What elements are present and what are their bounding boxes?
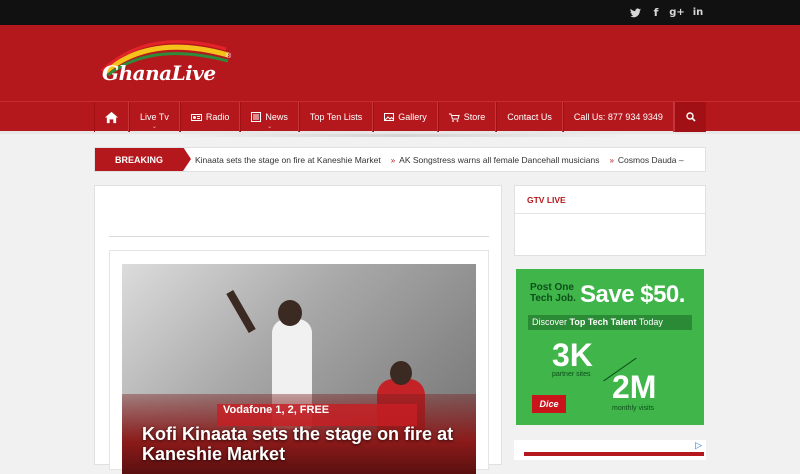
photo-detail xyxy=(390,361,412,385)
nav-label: Contact Us xyxy=(507,112,552,122)
ad-stat-label: monthly visits xyxy=(612,405,655,412)
nav-contact-us[interactable]: Contact Us xyxy=(496,102,563,132)
nav-label: Top Ten Lists xyxy=(309,112,363,122)
nav-call-us[interactable]: Call Us: 877 934 9349 xyxy=(562,102,674,132)
ad-offer: Save $50. xyxy=(580,281,685,308)
top-bar: f g+ in xyxy=(0,0,800,25)
nav-label: Live Tv xyxy=(140,112,169,122)
ticker-item[interactable]: » AK Songstress warns all female Dancehal… xyxy=(391,155,600,165)
featured-story-card[interactable]: Vodafone 1, 2, FREE Kofi Kinaata sets th… xyxy=(109,250,489,474)
widget-title: GTV LIVE xyxy=(515,186,705,214)
main-content: Vodafone 1, 2, FREE Kofi Kinaata sets th… xyxy=(94,185,502,474)
dice-logo: Dice xyxy=(532,395,566,413)
gtv-live-widget: GTV LIVE xyxy=(514,185,706,256)
breaking-label: BREAKING xyxy=(95,148,191,171)
nav-label: Store xyxy=(463,112,486,122)
featured-story-image[interactable]: Vodafone 1, 2, FREE Kofi Kinaata sets th… xyxy=(122,264,476,474)
google-plus-icon[interactable]: g+ xyxy=(669,6,685,20)
adchoices-icon[interactable]: ▷ xyxy=(695,440,702,451)
nav-radio[interactable]: Radio xyxy=(179,102,241,132)
nav-shadow xyxy=(170,134,630,137)
photo-detail xyxy=(278,300,302,326)
nav-live-tv[interactable]: Live Tv ⌄ xyxy=(129,102,180,132)
ad-tagline: Discover Top Tech Talent Today xyxy=(528,315,692,330)
cart-icon xyxy=(448,113,460,122)
site-logo[interactable]: GhanaLive ® xyxy=(100,39,235,99)
image-icon xyxy=(384,113,395,121)
dice-advertisement[interactable]: Post One Tech Job. Save $50. Discover To… xyxy=(516,269,704,425)
featured-story-title[interactable]: Kofi Kinaata sets the stage on fire at K… xyxy=(142,424,472,464)
ad-stat-label: partner sites xyxy=(552,371,591,378)
ticker-item[interactable]: Kinaata sets the stage on fire at Kanesh… xyxy=(195,155,381,165)
ad-slot[interactable]: ▷ xyxy=(514,440,706,460)
ad-stat-partner-sites: 3K xyxy=(552,337,593,373)
site-header: GhanaLive ® xyxy=(0,25,800,101)
logo-registered-mark: ® xyxy=(226,53,232,60)
search-button[interactable] xyxy=(674,102,706,132)
home-icon xyxy=(105,111,118,123)
twitter-icon[interactable] xyxy=(629,6,641,20)
search-icon xyxy=(685,112,696,122)
chevron-right-icon: » xyxy=(390,155,396,165)
photo-banner-text: Vodafone 1, 2, FREE xyxy=(217,404,417,426)
linkedin-icon[interactable]: in xyxy=(692,6,704,20)
ad-headline: Post One Tech Job. xyxy=(530,282,576,304)
logo-wordmark: GhanaLive xyxy=(102,61,216,85)
nav-top-ten-lists[interactable]: Top Ten Lists xyxy=(298,102,374,132)
ad-stat-monthly-visits: 2M xyxy=(612,369,657,405)
nav-store[interactable]: Store xyxy=(437,102,497,132)
nav-home[interactable] xyxy=(94,102,129,132)
nav-label: Call Us: 877 934 9349 xyxy=(573,112,663,122)
nav-news[interactable]: News ⌄ xyxy=(240,102,299,132)
news-ticker: Kinaata sets the stage on fire at Kanesh… xyxy=(189,155,684,165)
radio-icon xyxy=(190,114,202,121)
nav-gallery[interactable]: Gallery xyxy=(373,102,438,132)
nav-label: News xyxy=(265,112,288,122)
divider xyxy=(109,236,489,237)
newspaper-icon xyxy=(251,112,262,122)
nav-label: Gallery xyxy=(398,112,427,122)
chevron-down-icon: ⌄ xyxy=(151,124,157,130)
chevron-down-icon: ⌄ xyxy=(267,124,273,130)
facebook-icon[interactable]: f xyxy=(650,6,662,20)
ad-strip xyxy=(524,452,704,456)
chevron-right-icon: » xyxy=(609,155,614,165)
nav-label: Radio xyxy=(205,112,230,122)
ticker-item[interactable]: » Cosmos Dauda – xyxy=(609,155,683,165)
breaking-news-bar: BREAKING Kinaata sets the stage on fire … xyxy=(94,147,706,172)
main-nav: Live Tv ⌄ Radio News ⌄ Top Ten Lists Gal… xyxy=(0,101,800,132)
